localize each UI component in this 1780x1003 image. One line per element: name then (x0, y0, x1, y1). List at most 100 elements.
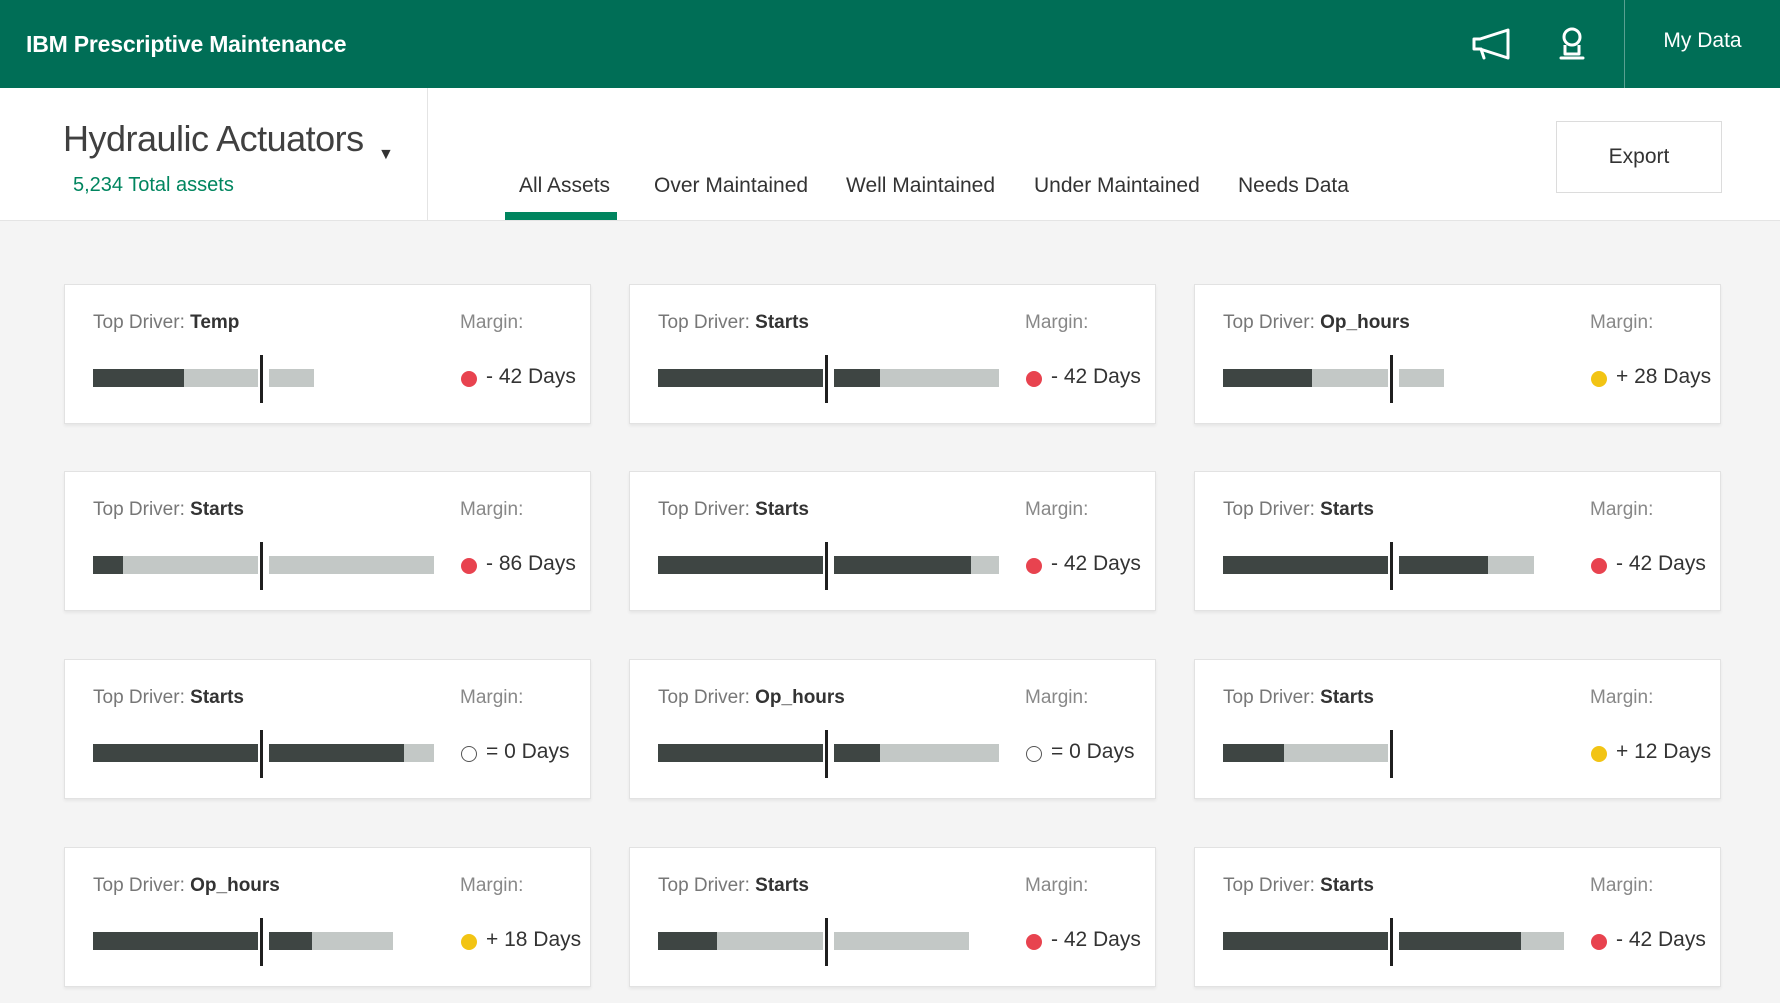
threshold-marker (260, 730, 263, 778)
app-title: IBM Prescriptive Maintenance (26, 31, 347, 57)
driver-bar-segment-2 (1399, 932, 1564, 950)
top-driver-value: Temp (190, 312, 240, 333)
threshold-marker (260, 918, 263, 966)
driver-bar-fill-2 (834, 744, 880, 762)
top-driver-label: Top Driver: Starts (1223, 687, 1374, 709)
driver-bar-fill-2 (269, 932, 312, 950)
asset-card[interactable]: Top Driver: Starts Margin: - 42 Days (1194, 471, 1721, 611)
driver-bar-fill-2 (269, 744, 404, 762)
top-driver-label: Top Driver: Op_hours (1223, 312, 1410, 334)
tab-over-maintained[interactable]: Over Maintained (654, 174, 808, 198)
threshold-marker (1390, 730, 1393, 778)
top-driver-label: Top Driver: Starts (658, 499, 809, 521)
asset-card[interactable]: Top Driver: Op_hours Margin: + 18 Days (64, 847, 591, 987)
driver-bar-segment-1 (93, 932, 258, 950)
top-driver-label: Top Driver: Temp (93, 312, 239, 334)
margin-label: Margin: (1590, 499, 1654, 520)
my-data-button[interactable]: My Data (1625, 0, 1780, 88)
driver-bar-segment-1 (1223, 744, 1388, 762)
driver-bar-segment-2 (269, 369, 314, 387)
driver-bar-fill-1 (1223, 744, 1284, 762)
status-indicator-yellow (461, 934, 477, 950)
asset-card[interactable]: Top Driver: Starts Margin: = 0 Days (64, 659, 591, 799)
status-indicator-red (1591, 934, 1607, 950)
driver-bar-segment-1 (1223, 932, 1388, 950)
margin-label: Margin: (1590, 687, 1654, 708)
driver-bar-segment-1 (93, 744, 258, 762)
top-driver-prefix: Top Driver: (1223, 687, 1321, 708)
asset-type-title: Hydraulic Actuators (63, 118, 364, 159)
margin-value: - 42 Days (1051, 928, 1141, 951)
margin-label: Margin: (1025, 312, 1089, 333)
top-driver-prefix: Top Driver: (93, 875, 191, 896)
top-driver-label: Top Driver: Op_hours (658, 687, 845, 709)
tab-needs-data[interactable]: Needs Data (1238, 174, 1349, 198)
asset-card[interactable]: Top Driver: Starts Margin: - 42 Days (1194, 847, 1721, 987)
driver-bar-fill-2 (1399, 932, 1521, 950)
asset-card[interactable]: Top Driver: Starts Margin: - 86 Days (64, 471, 591, 611)
threshold-marker (825, 355, 828, 403)
top-driver-prefix: Top Driver: (1223, 499, 1321, 520)
top-driver-prefix: Top Driver: (658, 312, 756, 333)
driver-bar-fill-1 (1223, 556, 1388, 574)
top-driver-value: Op_hours (190, 875, 280, 896)
top-driver-label: Top Driver: Starts (93, 687, 244, 709)
driver-bar-fill-1 (658, 556, 823, 574)
top-bar: IBM Prescriptive Maintenance My Data (0, 0, 1780, 88)
top-driver-prefix: Top Driver: (1223, 875, 1321, 896)
margin-label: Margin: (460, 875, 524, 896)
top-driver-prefix: Top Driver: (93, 312, 191, 333)
asset-card[interactable]: Top Driver: Temp Margin: - 42 Days (64, 284, 591, 424)
chevron-down-icon[interactable]: ▼ (378, 146, 394, 164)
margin-value: + 28 Days (1616, 365, 1712, 388)
driver-bar-segment-1 (658, 932, 823, 950)
tab-all-assets[interactable]: All Assets (519, 174, 610, 198)
margin-value: - 86 Days (486, 552, 576, 575)
total-assets-count: 5,234 Total assets (73, 174, 234, 196)
margin-value: + 18 Days (486, 928, 582, 951)
margin-value: = 0 Days (486, 740, 570, 763)
threshold-marker (1390, 542, 1393, 590)
top-driver-label: Top Driver: Starts (1223, 875, 1374, 897)
asset-card[interactable]: Top Driver: Op_hours Margin: + 28 Days (1194, 284, 1721, 424)
status-indicator-yellow (1591, 371, 1607, 387)
asset-card[interactable]: Top Driver: Starts Margin: - 42 Days (629, 471, 1156, 611)
driver-bar-segment-2 (269, 932, 393, 950)
margin-label: Margin: (1025, 499, 1089, 520)
top-driver-value: Starts (1320, 687, 1374, 708)
asset-card[interactable]: Top Driver: Starts Margin: - 42 Days (629, 284, 1156, 424)
asset-card[interactable]: Top Driver: Starts Margin: + 12 Days (1194, 659, 1721, 799)
driver-bar-segment-2 (834, 369, 999, 387)
asset-type-selector[interactable]: Hydraulic Actuators ▼ 5,234 Total assets (0, 88, 428, 221)
status-indicator-red (1026, 934, 1042, 950)
driver-bar-segment-2 (269, 744, 434, 762)
status-indicator-red (461, 558, 477, 574)
margin-label: Margin: (1590, 875, 1654, 896)
margin-label: Margin: (460, 499, 524, 520)
top-driver-label: Top Driver: Op_hours (93, 875, 280, 897)
top-driver-value: Starts (755, 875, 809, 896)
driver-bar-segment-2 (269, 556, 434, 574)
driver-bar-segment-2 (834, 932, 969, 950)
top-driver-prefix: Top Driver: (658, 875, 756, 896)
export-button[interactable]: Export (1556, 121, 1722, 193)
asset-card[interactable]: Top Driver: Starts Margin: - 42 Days (629, 847, 1156, 987)
tab-well-maintained[interactable]: Well Maintained (846, 174, 995, 198)
top-driver-label: Top Driver: Starts (658, 312, 809, 334)
driver-bar-segment-2 (1399, 556, 1534, 574)
top-driver-value: Starts (755, 499, 809, 520)
margin-value: - 42 Days (1616, 552, 1706, 575)
sub-header: Hydraulic Actuators ▼ 5,234 Total assets… (0, 88, 1780, 221)
user-profile-button[interactable] (1549, 22, 1595, 66)
top-driver-value: Starts (1320, 875, 1374, 896)
tab-under-maintained[interactable]: Under Maintained (1034, 174, 1200, 198)
megaphone-icon (1472, 28, 1510, 60)
driver-bar-segment-1 (1223, 556, 1388, 574)
margin-label: Margin: (1590, 312, 1654, 333)
announcements-button[interactable] (1469, 22, 1515, 66)
asset-card[interactable]: Top Driver: Op_hours Margin: = 0 Days (629, 659, 1156, 799)
status-indicator-none (1026, 746, 1042, 762)
status-indicator-red (461, 371, 477, 387)
driver-bar-segment-1 (93, 369, 258, 387)
top-driver-label: Top Driver: Starts (1223, 499, 1374, 521)
